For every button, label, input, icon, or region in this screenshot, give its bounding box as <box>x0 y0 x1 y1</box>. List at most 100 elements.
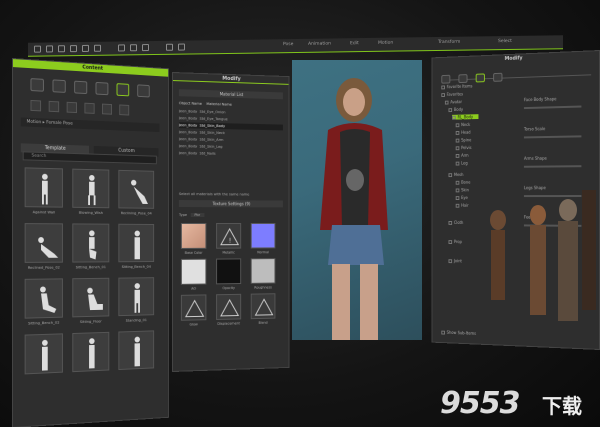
thumbnail-card[interactable] <box>24 223 63 263</box>
tree-item[interactable]: Pelvis <box>455 145 472 151</box>
thumbnail-label: Against Wall <box>32 209 56 215</box>
thumbnail-card[interactable] <box>72 331 110 373</box>
thumbnail-card[interactable] <box>118 330 155 371</box>
thumbnail-label: Sitting_Floor <box>79 318 102 325</box>
tree-item[interactable]: Skin <box>455 188 469 193</box>
motion-icon[interactable] <box>116 83 130 97</box>
texture-label: Glow <box>189 322 198 327</box>
tree-item[interactable]: Hair <box>455 203 469 208</box>
breadcrumb[interactable]: Motion ▸ Female Pose <box>20 117 160 133</box>
morph-icon[interactable] <box>458 74 468 84</box>
image-icon[interactable] <box>137 84 151 98</box>
settings-icon[interactable] <box>493 72 503 82</box>
folder-icon[interactable] <box>30 78 44 92</box>
toolbar-label-animation[interactable]: Animation <box>308 42 331 47</box>
toolbar-label-transform[interactable]: Transform <box>438 40 460 45</box>
open-icon[interactable] <box>58 45 65 53</box>
texture-label: AO <box>191 286 197 291</box>
walk-icon[interactable] <box>48 100 60 113</box>
menu-icon[interactable] <box>34 45 41 53</box>
slider-label: Face Body Shape <box>523 96 557 103</box>
tree-item[interactable]: Mesh <box>448 172 463 178</box>
texture-label: Opacity <box>222 286 235 291</box>
thumbnail-card[interactable] <box>24 333 63 375</box>
3d-viewport[interactable] <box>292 60 422 340</box>
texture-slot-warning[interactable] <box>216 293 242 320</box>
slider-track[interactable] <box>523 165 582 168</box>
toolbar-label-edit[interactable]: Edit <box>350 41 359 46</box>
redo-icon[interactable] <box>94 44 101 52</box>
toolbar-label-select[interactable]: Select <box>498 39 512 44</box>
texture-label: Roughness <box>254 285 272 290</box>
content-panel: Content Motion ▸ Female Pose Template Cu… <box>12 58 170 427</box>
toolbar-label-motion[interactable]: Motion <box>378 41 393 46</box>
tree-item[interactable]: Arm <box>455 153 469 158</box>
texture-slot[interactable] <box>180 222 207 249</box>
new-icon[interactable] <box>46 45 53 53</box>
slider-label: Torso Scale <box>523 126 546 132</box>
type-dropdown[interactable]: Pbr <box>190 213 205 218</box>
face-icon[interactable] <box>66 101 78 114</box>
tree-item[interactable]: Eye <box>455 195 468 200</box>
pose-thumbnail-grid: Against Wall Blowing_Wish Reclining_Pose… <box>24 167 163 375</box>
camera-icon[interactable] <box>166 43 173 51</box>
tree-item[interactable]: Leg <box>455 161 468 166</box>
thumbnail-card[interactable] <box>24 278 63 319</box>
tree-item[interactable]: Joint <box>448 258 462 263</box>
accessory-icon[interactable] <box>95 81 109 96</box>
tree-item[interactable]: Favorites <box>441 92 463 98</box>
show-sub-items-checkbox[interactable]: Show Sub-Items <box>441 330 476 336</box>
character-group-render <box>490 190 596 321</box>
slider-label: Arms Shape <box>523 155 547 161</box>
toolbar-label-pose[interactable]: Pose <box>283 42 293 47</box>
move-icon[interactable] <box>118 44 125 52</box>
texture-slot[interactable] <box>180 258 207 285</box>
texture-settings-bar[interactable]: Texture Settings (9) <box>178 200 283 208</box>
save-icon[interactable] <box>70 45 77 53</box>
tree-item[interactable]: Bone <box>455 180 470 185</box>
material-row[interactable]: Jeen_Body Std_Nails <box>179 150 283 158</box>
blank-icon-1[interactable] <box>102 103 113 115</box>
tree-item[interactable]: Avatar <box>444 99 462 105</box>
undo-icon[interactable] <box>82 44 89 52</box>
texture-label: Blend <box>258 320 268 325</box>
texture-slot-warning[interactable] <box>250 293 276 320</box>
tree-item[interactable]: Prop <box>448 239 462 244</box>
cloth-icon[interactable] <box>74 80 88 95</box>
tree-item-selected[interactable]: RL_Body <box>452 114 479 120</box>
slider-track[interactable] <box>523 135 582 139</box>
thumbnail-card[interactable] <box>118 277 155 317</box>
thumbnail-card[interactable] <box>24 167 63 208</box>
thumbnail-card[interactable] <box>72 223 110 263</box>
same-name-checkbox[interactable]: Select all materials with the same name <box>179 191 283 198</box>
thumbnail-label: Standing_01 <box>125 317 147 323</box>
pose-icon[interactable] <box>30 99 42 112</box>
light-icon[interactable] <box>178 43 185 51</box>
hand-icon[interactable] <box>84 102 95 114</box>
motion-icon[interactable] <box>475 73 486 83</box>
tree-item[interactable]: Head <box>455 130 471 135</box>
texture-slot[interactable] <box>250 222 276 249</box>
texture-slot-warning[interactable]: ! <box>216 222 242 249</box>
tree-item[interactable]: Favorite Items <box>441 84 472 90</box>
thumbnail-card[interactable] <box>118 223 155 263</box>
character-icon[interactable] <box>52 79 66 93</box>
slider-track[interactable] <box>523 105 582 110</box>
rotate-icon[interactable] <box>130 44 137 52</box>
texture-slot[interactable] <box>216 258 242 285</box>
texture-label: Normal <box>257 250 269 255</box>
character-icon[interactable] <box>441 74 451 84</box>
tree-item[interactable]: Neck <box>455 122 470 128</box>
tree-item[interactable]: Spine <box>455 137 471 143</box>
thumbnail-label: Sitting_Bench_01 <box>75 264 106 270</box>
texture-label: Base Color <box>184 250 203 255</box>
thumbnail-card[interactable] <box>72 277 110 318</box>
scale-icon[interactable] <box>142 44 149 52</box>
thumbnail-card[interactable] <box>118 169 155 209</box>
tree-item[interactable]: Body <box>448 107 463 113</box>
tree-item[interactable]: Cloth <box>448 220 463 225</box>
thumbnail-card[interactable] <box>72 168 110 209</box>
texture-slot-warning[interactable] <box>180 294 207 321</box>
blank-icon-2[interactable] <box>119 104 130 116</box>
texture-slot[interactable] <box>250 258 276 284</box>
